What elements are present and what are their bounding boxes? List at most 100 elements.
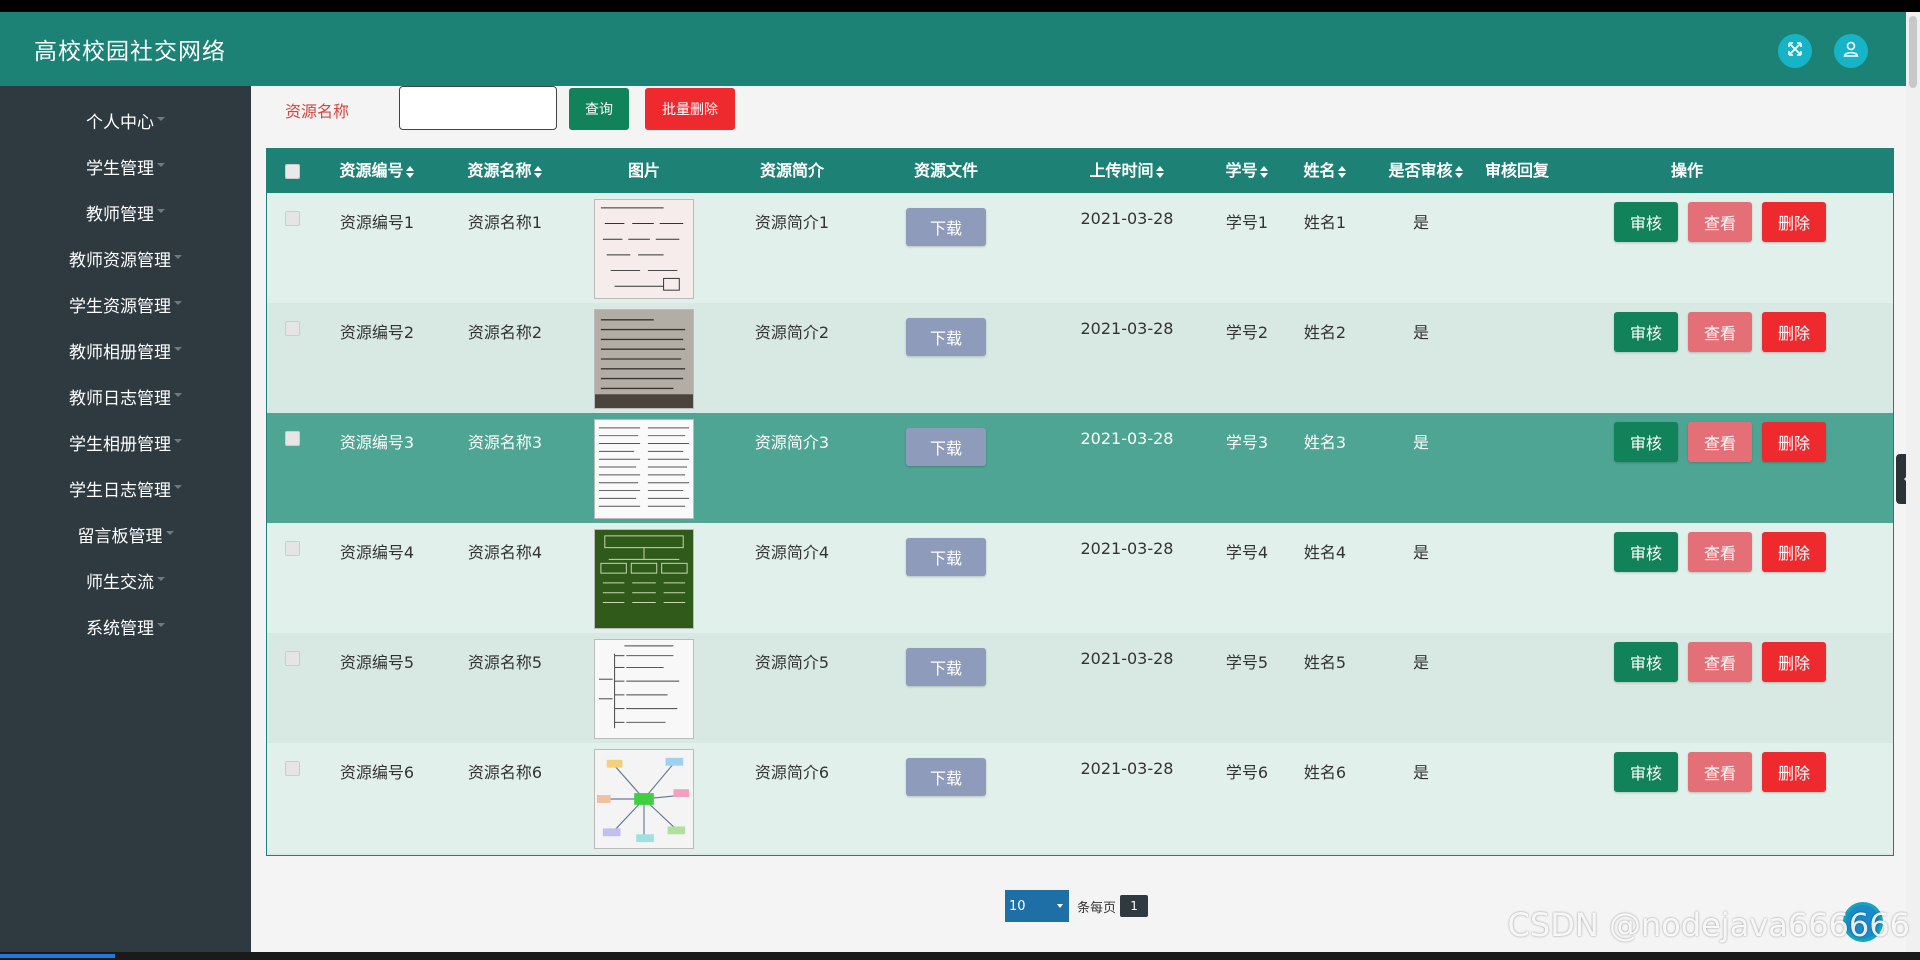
- view-button[interactable]: 查看: [1688, 202, 1752, 242]
- fullscreen-button[interactable]: [1778, 34, 1812, 68]
- audit-button[interactable]: 审核: [1614, 752, 1678, 792]
- per-page-label: 条每页: [1077, 900, 1117, 916]
- cell-resource-name: 资源名称5: [467, 653, 543, 672]
- page-size-select[interactable]: 10: [1005, 890, 1069, 922]
- resource-image[interactable]: [594, 749, 694, 849]
- select-all-checkbox[interactable]: [285, 164, 300, 179]
- scrollbar-thumb[interactable]: [1909, 16, 1917, 88]
- sidebar-item-student-resources[interactable]: 学生资源管理: [0, 284, 251, 324]
- cell-student-name: 姓名6: [1303, 763, 1347, 782]
- sidebar-item-teacher-logs[interactable]: 教师日志管理: [0, 376, 251, 416]
- audit-button[interactable]: 审核: [1614, 532, 1678, 572]
- column-header-student-no[interactable]: 学号: [1207, 149, 1287, 193]
- row-checkbox[interactable]: [285, 541, 300, 556]
- sidebar-item-label: 个人中心: [86, 112, 154, 133]
- view-button[interactable]: 查看: [1688, 642, 1752, 682]
- download-button[interactable]: 下载: [906, 538, 986, 576]
- row-checkbox[interactable]: [285, 321, 300, 336]
- cell-student-no: 学号4: [1225, 543, 1269, 562]
- table-row: 资源编号2 资源名称2 资源简介2 下载 2021-03-28 学号2 姓名2 …: [267, 303, 1893, 413]
- sidebar-item-student-logs[interactable]: 学生日志管理: [0, 468, 251, 508]
- horizontal-scrollbar[interactable]: [0, 952, 1920, 960]
- resource-image[interactable]: [594, 199, 694, 299]
- sort-icon: [1454, 165, 1464, 178]
- download-button[interactable]: 下载: [906, 208, 986, 246]
- top-header: 高校校园社交网络: [0, 12, 1906, 86]
- delete-button[interactable]: 删除: [1762, 642, 1826, 682]
- page-number-button[interactable]: 1: [1120, 895, 1149, 917]
- view-button[interactable]: 查看: [1688, 422, 1752, 462]
- view-button[interactable]: 查看: [1688, 752, 1752, 792]
- cell-resource-id: 资源编号4: [339, 543, 415, 562]
- row-checkbox[interactable]: [285, 761, 300, 776]
- sidebar-item-teacher-resources[interactable]: 教师资源管理: [0, 238, 251, 278]
- sidebar-item-label: 教师相册管理: [69, 342, 171, 363]
- table-row: 资源编号3 资源名称3 资源简介3 下载 2021-03-28 学号3 姓名3 …: [267, 413, 1893, 523]
- delete-button[interactable]: 删除: [1762, 752, 1826, 792]
- sidebar-item-teacher-management[interactable]: 教师管理: [0, 192, 251, 232]
- cell-resource-intro: 资源简介2: [754, 323, 830, 342]
- resource-name-input[interactable]: [399, 86, 557, 130]
- app-window: 高校校园社交网络 个人中心 学生管理 教师管理 教师资源管理 学生资源管理 教师…: [0, 12, 1906, 952]
- sidebar-item-student-albums[interactable]: 学生相册管理: [0, 422, 251, 462]
- resource-image[interactable]: [594, 309, 694, 409]
- cell-student-name: 姓名5: [1303, 653, 1347, 672]
- cell-audited: 是: [1412, 213, 1429, 232]
- user-icon: [1842, 40, 1860, 62]
- delete-button[interactable]: 删除: [1762, 312, 1826, 352]
- cell-upload-time: 2021-03-28: [1080, 429, 1174, 448]
- resource-image[interactable]: [594, 419, 694, 519]
- audit-button[interactable]: 审核: [1614, 312, 1678, 352]
- cell-resource-name: 资源名称4: [467, 543, 543, 562]
- cell-student-no: 学号5: [1225, 653, 1269, 672]
- row-checkbox[interactable]: [285, 211, 300, 226]
- vertical-scrollbar[interactable]: [1906, 12, 1920, 952]
- view-button[interactable]: 查看: [1688, 312, 1752, 352]
- audit-button[interactable]: 审核: [1614, 202, 1678, 242]
- batch-delete-button[interactable]: 批量删除: [645, 88, 735, 130]
- delete-button[interactable]: 删除: [1762, 422, 1826, 462]
- column-header-actions: 操作: [1670, 161, 1703, 180]
- audit-button[interactable]: 审核: [1614, 642, 1678, 682]
- view-button[interactable]: 查看: [1688, 532, 1752, 572]
- cell-resource-intro: 资源简介5: [754, 653, 830, 672]
- chevron-down-icon: [157, 577, 165, 581]
- sidebar-item-label: 系统管理: [86, 618, 154, 639]
- column-header-upload-time[interactable]: 上传时间: [1067, 149, 1187, 193]
- sort-icon: [1259, 165, 1269, 178]
- resource-image[interactable]: [594, 529, 694, 629]
- cell-student-no: 学号2: [1225, 323, 1269, 342]
- sidebar-item-label: 学生资源管理: [69, 296, 171, 317]
- download-button[interactable]: 下载: [906, 648, 986, 686]
- row-checkbox[interactable]: [285, 651, 300, 666]
- row-checkbox[interactable]: [285, 431, 300, 446]
- cell-resource-id: 资源编号6: [339, 763, 415, 782]
- column-header-name[interactable]: 资源名称: [450, 149, 560, 193]
- column-header-image: 图片: [627, 161, 660, 180]
- cell-resource-name: 资源名称1: [467, 213, 543, 232]
- cell-resource-intro: 资源简介1: [754, 213, 830, 232]
- download-button[interactable]: 下载: [906, 318, 986, 356]
- sidebar-item-message-board[interactable]: 留言板管理: [0, 514, 251, 554]
- query-button[interactable]: 查询: [569, 88, 629, 130]
- sidebar-item-teacher-albums[interactable]: 教师相册管理: [0, 330, 251, 370]
- table-header: 资源编号 资源名称 图片 资源简介 资源文件 上传时间 学号 姓名 是否审核 审…: [267, 149, 1893, 193]
- delete-button[interactable]: 删除: [1762, 532, 1826, 572]
- download-button[interactable]: 下载: [906, 758, 986, 796]
- sidebar: 个人中心 学生管理 教师管理 教师资源管理 学生资源管理 教师相册管理 教师日志…: [0, 86, 251, 952]
- sidebar-item-system-management[interactable]: 系统管理: [0, 606, 251, 646]
- horizontal-scrollbar-thumb[interactable]: [0, 954, 115, 958]
- delete-button[interactable]: 删除: [1762, 202, 1826, 242]
- sidebar-item-personal-center[interactable]: 个人中心: [0, 100, 251, 140]
- column-header-id[interactable]: 资源编号: [327, 149, 427, 193]
- resource-image[interactable]: [594, 639, 694, 739]
- download-button[interactable]: 下载: [906, 428, 986, 466]
- chevron-down-icon: [174, 347, 182, 351]
- audit-button[interactable]: 审核: [1614, 422, 1678, 462]
- cell-upload-time: 2021-03-28: [1080, 649, 1174, 668]
- column-header-reply: 审核回复: [1484, 161, 1549, 180]
- sidebar-item-teacher-student-exchange[interactable]: 师生交流: [0, 560, 251, 600]
- column-header-student-name[interactable]: 姓名: [1285, 149, 1365, 193]
- user-button[interactable]: [1834, 34, 1868, 68]
- sidebar-item-student-management[interactable]: 学生管理: [0, 146, 251, 186]
